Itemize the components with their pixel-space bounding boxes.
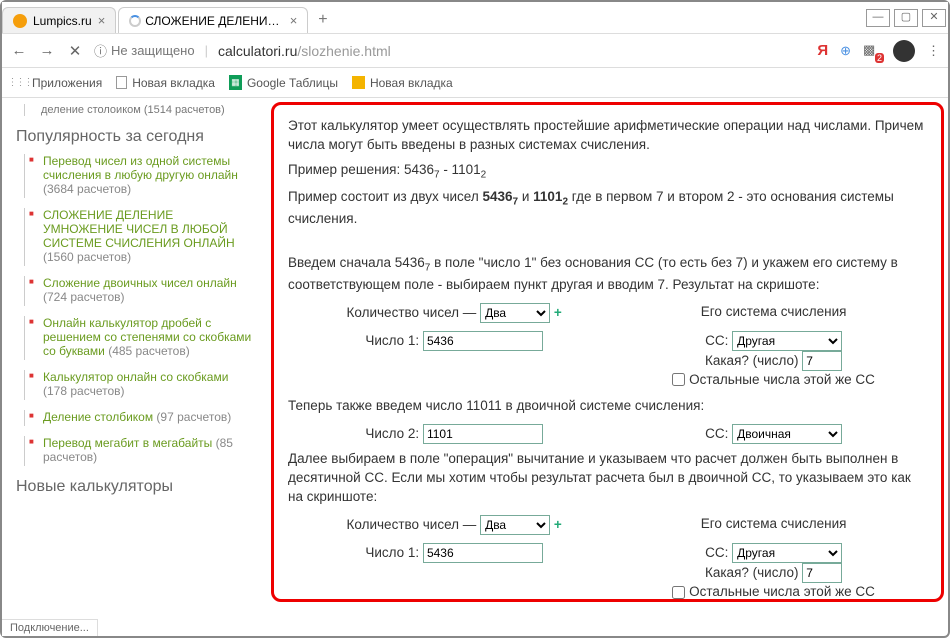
security-label: Не защищено — [111, 43, 195, 58]
loading-icon — [129, 15, 141, 27]
qty-select-2[interactable]: Два — [480, 515, 550, 535]
sidebar: деление столоиком (1514 расчетов) Популя… — [2, 98, 267, 622]
apps-icon: ⋮⋮⋮ — [12, 75, 27, 90]
example-desc: Пример состоит из двух чисел 54367 и 110… — [288, 188, 927, 229]
same-cc-checkbox-2[interactable] — [672, 586, 685, 599]
qty-label: Количество чисел — — [347, 516, 477, 535]
qty-label: Количество чисел — — [347, 304, 477, 323]
num1-input[interactable] — [423, 331, 543, 351]
same-cc-label: Остальные числа этой же СС — [689, 372, 875, 387]
address-bar: ← → ✕ ⓘ Не защищено | calculatori.ru/slo… — [2, 34, 948, 68]
sidebar-item[interactable]: Деление столбиком (97 расчетов) — [24, 410, 253, 426]
sidebar-count: (724 расчетов) — [43, 290, 125, 304]
num2-input[interactable] — [423, 424, 543, 444]
sidebar-link[interactable]: СЛОЖЕНИЕ ДЕЛЕНИЕ УМНОЖЕНИЕ ЧИСЕЛ В ЛЮБОЙ… — [43, 208, 235, 250]
sys-label: Его система счисления — [701, 516, 847, 531]
num1-label: Число 1: — [365, 544, 419, 563]
menu-button[interactable]: ⋮ — [927, 43, 940, 59]
step2-text: Теперь также введем число 11011 в двоичн… — [288, 397, 927, 416]
stop-button[interactable]: ✕ — [66, 42, 84, 60]
yandex-icon[interactable]: Я — [817, 42, 828, 59]
which-label: Какая? (число) — [705, 565, 799, 580]
maximize-button[interactable]: ▢ — [894, 9, 918, 27]
favicon-icon — [13, 14, 27, 28]
which-input[interactable] — [802, 351, 842, 371]
sidebar-link[interactable]: Калькулятор онлайн со скобками — [43, 370, 228, 384]
sidebar-count: (485 расчетов) — [105, 344, 190, 358]
forward-button[interactable]: → — [38, 42, 56, 59]
bookmark-item[interactable]: Новая вкладка — [352, 76, 453, 90]
sidebar-heading-new: Новые калькуляторы — [16, 478, 253, 496]
sidebar-overflow-item[interactable]: деление столоиком (1514 расчетов) — [24, 104, 253, 116]
intro-text: Этот калькулятор умеет осуществлять прос… — [288, 117, 927, 155]
new-tab-button[interactable]: + — [310, 7, 335, 33]
status-bar: Подключение... — [2, 619, 98, 636]
page-icon — [352, 76, 365, 89]
add-icon[interactable]: + — [554, 305, 562, 320]
security-indicator[interactable]: ⓘ Не защищено — [94, 41, 195, 60]
example-text: Пример решения: 54367 - 11012 — [288, 161, 927, 183]
sidebar-item[interactable]: Сложение двоичных чисел онлайн (724 расч… — [24, 276, 253, 306]
sheets-icon: ▦ — [229, 75, 242, 90]
close-icon[interactable]: × — [98, 13, 106, 28]
sidebar-link[interactable]: Перевод мегабит в мегабайты — [43, 436, 212, 450]
cc-label: СС: — [705, 333, 728, 348]
tab-strip: Lumpics.ru × СЛОЖЕНИЕ ДЕЛЕНИЕ УМНОЖЕ × + — [2, 2, 864, 33]
globe-icon[interactable]: ⊕ — [840, 43, 851, 59]
extension-icon[interactable]: ▩ 2 — [863, 42, 881, 60]
cc2-select[interactable]: Двоичная — [732, 424, 842, 444]
sidebar-count: (178 расчетов) — [43, 384, 125, 398]
num1-label: Число 1: — [365, 332, 419, 351]
same-cc-label: Остальные числа этой же СС — [689, 584, 875, 599]
sidebar-count: (97 расчетов) — [153, 410, 231, 424]
url-display[interactable]: calculatori.ru/slozhenie.html — [218, 43, 807, 59]
sidebar-link[interactable]: Деление столбиком — [43, 410, 153, 424]
cc-label: СС: — [705, 545, 728, 560]
which-input-2[interactable] — [802, 563, 842, 583]
page-icon — [116, 76, 127, 89]
extension-badge: 2 — [875, 53, 884, 63]
sidebar-item[interactable]: Перевод мегабит в мегабайты (85 расчетов… — [24, 436, 253, 466]
minimize-button[interactable]: — — [866, 9, 890, 27]
num1-input-2[interactable] — [423, 543, 543, 563]
sys-label: Его система счисления — [701, 304, 847, 319]
article-content: Этот калькулятор умеет осуществлять прос… — [271, 102, 944, 602]
sidebar-link[interactable]: Сложение двоичных чисел онлайн — [43, 276, 237, 290]
info-icon: ⓘ — [94, 41, 107, 60]
cc-label: СС: — [705, 426, 728, 441]
bookmarks-bar: ⋮⋮⋮Приложения Новая вкладка ▦Google Табл… — [2, 68, 948, 98]
sidebar-count: (3684 расчетов) — [43, 182, 131, 196]
cc-select-2[interactable]: Другая — [732, 543, 842, 563]
add-icon[interactable]: + — [554, 517, 562, 532]
cc-select[interactable]: Другая — [732, 331, 842, 351]
step1-text: Введем сначала 54367 в поле "число 1" бе… — [288, 254, 927, 295]
bookmark-item[interactable]: Новая вкладка — [116, 76, 215, 90]
tab-title: Lumpics.ru — [33, 14, 92, 28]
profile-avatar[interactable] — [893, 40, 915, 62]
which-label: Какая? (число) — [705, 353, 799, 368]
sidebar-item[interactable]: СЛОЖЕНИЕ ДЕЛЕНИЕ УМНОЖЕНИЕ ЧИСЕЛ В ЛЮБОЙ… — [24, 208, 253, 266]
tab-calculatori[interactable]: СЛОЖЕНИЕ ДЕЛЕНИЕ УМНОЖЕ × — [118, 7, 308, 33]
sidebar-link[interactable]: Перевод чисел из одной системы счисления… — [43, 154, 238, 182]
step3-text: Далее выбираем в поле "операция" вычитан… — [288, 450, 927, 507]
tab-title: СЛОЖЕНИЕ ДЕЛЕНИЕ УМНОЖЕ — [145, 14, 283, 28]
sidebar-item[interactable]: Калькулятор онлайн со скобками (178 расч… — [24, 370, 253, 400]
apps-button[interactable]: ⋮⋮⋮Приложения — [12, 75, 102, 90]
sidebar-count: (1560 расчетов) — [43, 250, 131, 264]
sidebar-item[interactable]: Онлайн калькулятор дробей с решением со … — [24, 316, 253, 360]
close-icon[interactable]: × — [290, 13, 298, 28]
sidebar-heading-popular: Популярность за сегодня — [16, 128, 253, 146]
same-cc-checkbox[interactable] — [672, 373, 685, 386]
bookmark-item[interactable]: ▦Google Таблицы — [229, 75, 338, 90]
num2-label: Число 2: — [365, 425, 419, 444]
window-controls: — ▢ ✕ — [864, 2, 948, 33]
close-button[interactable]: ✕ — [922, 9, 946, 27]
sidebar-item[interactable]: Перевод чисел из одной системы счисления… — [24, 154, 253, 198]
back-button[interactable]: ← — [10, 42, 28, 59]
tab-lumpics[interactable]: Lumpics.ru × — [2, 7, 116, 33]
qty-select[interactable]: Два — [480, 303, 550, 323]
